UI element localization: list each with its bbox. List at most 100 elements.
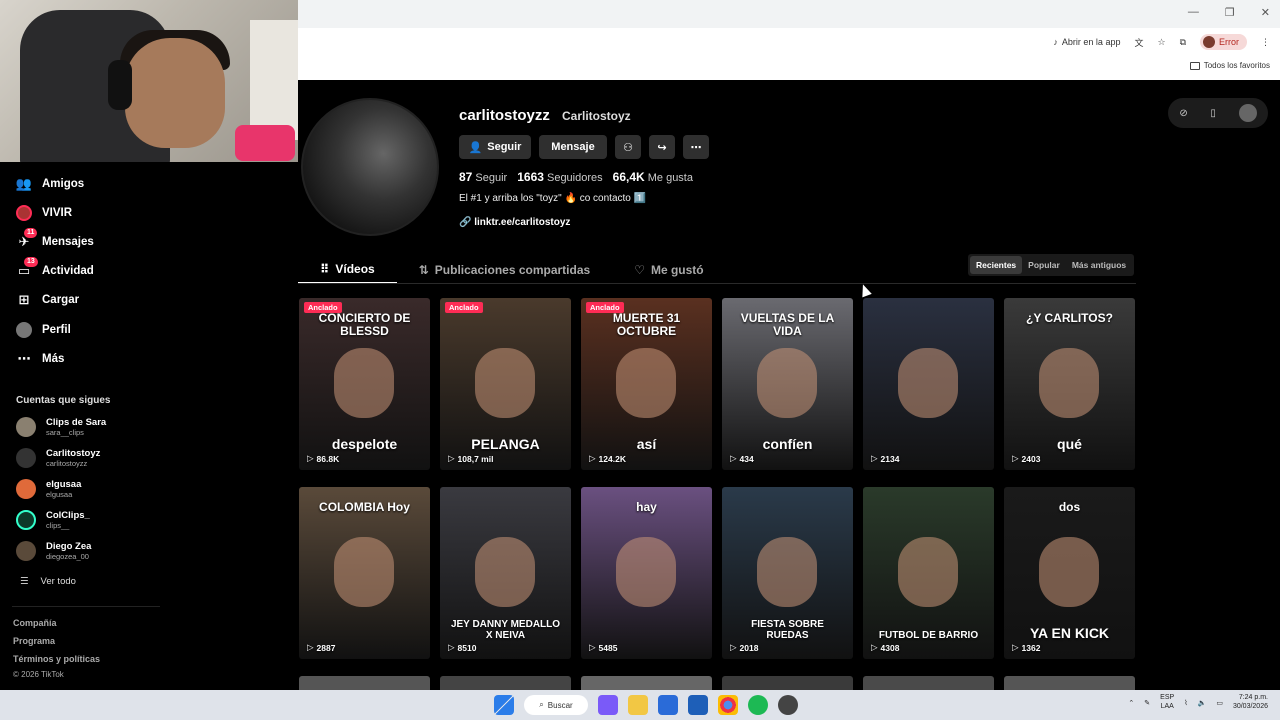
following-item[interactable]: Clips de Sara sara__clips — [16, 417, 106, 437]
message-button[interactable]: Mensaje — [539, 135, 607, 159]
share-button[interactable]: ↪ — [649, 135, 675, 159]
following-item[interactable]: Diego Zea diegozea_00 — [16, 541, 91, 561]
play-icon: ▷ — [307, 642, 314, 652]
tab-reposts[interactable]: ⇅ Publicaciones compartidas — [397, 256, 612, 284]
os-taskbar: ⌕ Buscar ⌃ ✎ ESP LAA ⌇ 🔈 ▭ 7:24 p.m. 30/… — [0, 690, 1280, 720]
video-card[interactable]: dos YA EN KICK ▷ 1362 — [1004, 487, 1135, 659]
file-explorer-icon[interactable] — [628, 695, 648, 715]
following-item[interactable]: elgusaa elgusaa — [16, 479, 81, 499]
video-card[interactable]: Anclado CONCIERTO DE BLESSD despelote ▷ 86.8… — [299, 298, 430, 470]
outlook-icon[interactable] — [688, 695, 708, 715]
video-thumbnail — [898, 537, 958, 607]
video-card[interactable]: ▷ 2134 — [863, 298, 994, 470]
stat-followers[interactable]: 1663 Seguidores — [517, 170, 602, 184]
battery-icon[interactable]: ▭ — [1216, 699, 1223, 707]
suggest-accounts-button[interactable]: ⚇ — [615, 135, 641, 159]
close-icon[interactable]: ✕ — [1261, 6, 1270, 19]
friends-icon: 👥 — [15, 176, 33, 191]
following-item[interactable]: Carlitostoyz carlitostoyzz — [16, 448, 100, 468]
copilot-icon[interactable] — [598, 695, 618, 715]
chevron-up-icon[interactable]: ⌃ — [1128, 699, 1134, 707]
open-in-app-button[interactable]: ♪ Abrir en la app — [1053, 37, 1120, 47]
add-user-icon: 👤 — [468, 141, 483, 154]
sort-oldest[interactable]: Más antiguos — [1066, 256, 1132, 274]
start-icon[interactable] — [494, 695, 514, 715]
extensions-icon[interactable]: ⧉ — [1180, 37, 1186, 48]
video-card[interactable]: JEY DANNY MEDALLO X NEIVA ▷ 8510 — [440, 487, 571, 659]
video-card[interactable]: FIESTA SOBRE RUEDAS ▷ 2018 — [722, 487, 853, 659]
tab-liked[interactable]: ♡ Me gustó — [612, 256, 725, 284]
footer-link-terms[interactable]: Términos y políticas — [13, 654, 100, 664]
restore-icon[interactable]: ❐ — [1225, 6, 1235, 19]
video-subcaption: FIESTA SOBRE RUEDAS — [751, 619, 824, 641]
coins-icon[interactable]: ⊘ — [1179, 108, 1187, 119]
video-card[interactable]: ¿Y CARLITOS? qué ▷ 2403 — [1004, 298, 1135, 470]
video-card-partial[interactable] — [863, 676, 994, 690]
video-card-partial[interactable] — [299, 676, 430, 690]
play-icon: ▷ — [871, 453, 878, 463]
video-card-partial[interactable] — [581, 676, 712, 690]
play-icon: ▷ — [589, 642, 596, 652]
stat-likes: 66,4K Me gusta — [612, 170, 693, 184]
follow-button[interactable]: 👤 Seguir — [459, 135, 531, 159]
pen-icon[interactable]: ✎ — [1144, 699, 1150, 707]
video-card[interactable]: Anclado PELANGA ▷ 108,7 mil — [440, 298, 571, 470]
video-card[interactable]: VUELTAS DE LA VIDA confíen ▷ 434 — [722, 298, 853, 470]
tab-videos[interactable]: ⠿ Vídeos — [298, 256, 397, 284]
video-subcaption: despelote — [331, 435, 398, 452]
user-avatar[interactable] — [1238, 104, 1257, 122]
footer-link-program[interactable]: Programa — [13, 636, 55, 646]
sidebar-item-messages[interactable]: ✈ 11 Mensajes — [16, 228, 94, 250]
video-card[interactable]: Anclado MUERTE 31 OCTUBRE así ▷ 124.2K — [581, 298, 712, 470]
see-all-button[interactable]: ☰ Ver todo — [20, 576, 76, 587]
all-bookmarks-button[interactable]: Todos los favoritos — [1189, 61, 1270, 70]
profile-avatar — [301, 98, 439, 236]
volume-icon[interactable]: 🔈 — [1198, 699, 1207, 707]
video-card-partial[interactable] — [440, 676, 571, 690]
network-icon[interactable]: ⌇ — [1184, 699, 1187, 707]
menu-icon[interactable]: ⋮ — [1261, 37, 1270, 48]
taskbar-search[interactable]: ⌕ Buscar — [524, 695, 588, 715]
minimize-icon[interactable]: — — [1188, 6, 1199, 19]
spotify-icon[interactable] — [748, 695, 768, 715]
sort-recent[interactable]: Recientes — [970, 256, 1023, 274]
video-card[interactable]: hay ▷ 5485 — [581, 487, 712, 659]
profile-link[interactable]: 🔗 linktr.ee/carlitostoyz — [459, 217, 570, 228]
footer-link-company[interactable]: Compañía — [13, 618, 57, 628]
store-icon[interactable] — [658, 695, 678, 715]
stat-following[interactable]: 87 Seguir — [459, 170, 507, 184]
tabs-divider — [298, 283, 1136, 284]
video-card-partial[interactable] — [1004, 676, 1135, 690]
sidebar-item-upload[interactable]: ⊞ Cargar — [16, 292, 80, 308]
view-count: ▷ 2134 — [871, 453, 900, 464]
messages-icon: ✈ 11 — [16, 228, 38, 250]
following-item[interactable]: ColClips_ clips__ — [16, 510, 90, 530]
search-icon: ⌕ — [539, 700, 544, 709]
star-icon[interactable]: ☆ — [1157, 37, 1165, 48]
video-card[interactable]: COLOMBIA Hoy ▷ 2887 — [299, 487, 430, 659]
chrome-icon[interactable] — [718, 695, 738, 715]
video-thumbnail — [334, 537, 394, 607]
avatar — [16, 417, 36, 437]
video-thumbnail — [757, 537, 817, 607]
nickname: Carlitostoyz — [562, 109, 631, 123]
sort-popular[interactable]: Popular — [1022, 256, 1066, 274]
sidebar-item-profile[interactable]: Perfil — [16, 322, 71, 338]
obs-icon[interactable] — [778, 695, 798, 715]
clock[interactable]: 7:24 p.m. 30/03/2026 — [1233, 694, 1268, 712]
video-card[interactable]: FUTBOL DE BARRIO ▷ 4308 — [863, 487, 994, 659]
video-subcaption: qué — [1057, 435, 1082, 452]
sidebar-item-activity[interactable]: ▭ 13 Actividad — [16, 257, 94, 279]
sidebar-item-friends[interactable]: 👥 Amigos — [16, 176, 84, 192]
video-card-partial[interactable] — [722, 676, 853, 690]
profile-icon — [16, 322, 32, 338]
sidebar-item-more[interactable]: ⋯ Más — [16, 351, 65, 367]
device-icon[interactable]: ▯ — [1210, 108, 1216, 119]
video-caption: dos — [1058, 500, 1081, 514]
translate-icon[interactable]: 文 — [1134, 36, 1143, 49]
more-options-button[interactable]: ⋯ — [683, 135, 709, 159]
video-subcaption: PELANGA — [471, 435, 540, 452]
profile-error-button[interactable]: Error — [1200, 34, 1247, 50]
sidebar-item-live[interactable]: VIVIR — [16, 205, 72, 221]
language-indicator[interactable]: ESP LAA — [1160, 694, 1174, 711]
